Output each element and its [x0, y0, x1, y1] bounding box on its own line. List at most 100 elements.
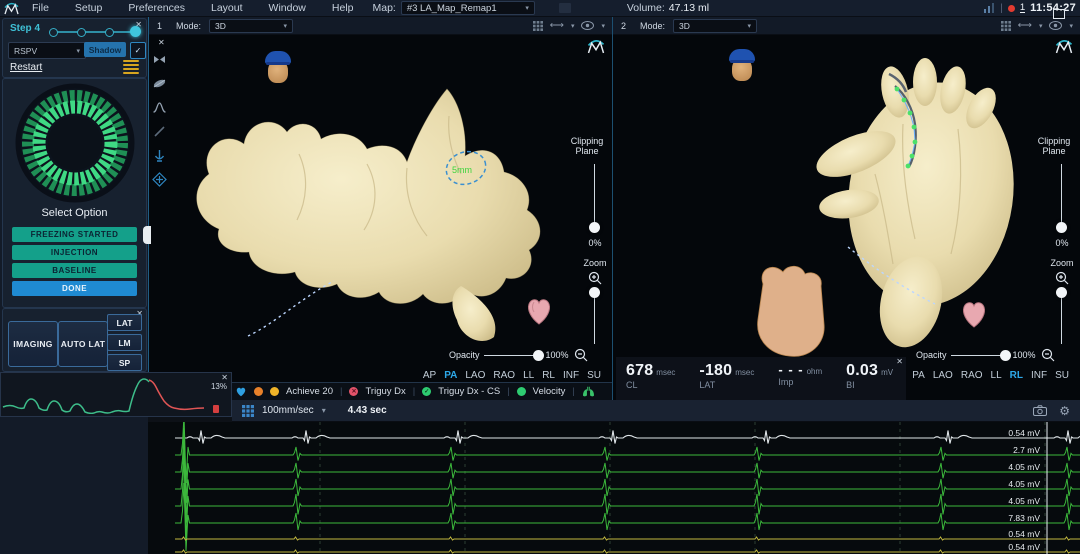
volume-label: Volume: [627, 2, 665, 14]
injection-button[interactable]: INJECTION [12, 245, 137, 260]
step-dot-1[interactable] [49, 28, 58, 37]
clipping-slider-knob[interactable] [1056, 222, 1067, 233]
chevron-down-icon[interactable]: ▾ [1069, 22, 1073, 30]
orientation-pa[interactable]: PA [912, 370, 925, 381]
orientation-ll[interactable]: LL [523, 370, 534, 381]
orientation-ap[interactable]: AP [423, 370, 436, 381]
close-icon[interactable]: ✕ [135, 21, 142, 29]
menu-help[interactable]: Help [319, 2, 367, 14]
freezing-started-button[interactable]: FREEZING STARTED [12, 227, 137, 242]
snapshot-camera-icon[interactable] [1033, 405, 1047, 416]
zoom-out-icon[interactable] [574, 348, 588, 362]
3d-view-canvas-2[interactable]: Clipping Plane 0% Zoom Opacity 100% APPA… [613, 34, 1080, 401]
close-icon[interactable]: ✕ [221, 374, 228, 382]
compass-target-icon[interactable] [152, 172, 167, 187]
step-dot-3[interactable] [105, 28, 114, 37]
chevron-down-icon[interactable]: ▾ [601, 22, 605, 30]
mode-select[interactable]: 3D ▾ [673, 19, 757, 33]
close-icon[interactable]: ✕ [896, 358, 903, 366]
visibility-eye-icon[interactable] [1049, 21, 1062, 30]
shadow-button[interactable]: Shadow [84, 42, 126, 57]
catheter-triguy-dx-cs-label[interactable]: Triguy Dx - CS [438, 386, 500, 397]
mode-value: 3D [679, 21, 690, 31]
needle-icon[interactable] [152, 124, 167, 139]
restart-link[interactable]: Restart [10, 62, 42, 73]
opacity-control: Opacity 100% [916, 348, 1055, 362]
trace-grid-icon[interactable] [242, 405, 254, 417]
orientation-rl[interactable]: RL [1010, 370, 1023, 381]
catheter-achieve-label[interactable]: Achieve 20 [286, 386, 333, 397]
shadow-checkbox[interactable]: ✓ [130, 42, 146, 59]
orientation-su[interactable]: SU [587, 370, 601, 381]
imaging-button[interactable]: IMAGING [8, 321, 58, 367]
zoom-out-icon[interactable] [1041, 348, 1055, 362]
auto-lat-button[interactable]: AUTO LAT [58, 321, 108, 367]
bowtie-clip-icon[interactable] [152, 52, 167, 67]
viewport-2: 2 Mode: 3D ▾ ⟷ ▾ ▾ [612, 16, 1080, 402]
sp-button[interactable]: SP [107, 354, 142, 371]
visibility-eye-icon[interactable] [581, 21, 594, 30]
step-dot-2[interactable] [77, 28, 86, 37]
zoom-in-icon[interactable] [1055, 271, 1069, 285]
clip-plane-icon[interactable] [152, 76, 167, 91]
miniplot-curve [1, 373, 229, 414]
orientation-rl[interactable]: RL [542, 370, 555, 381]
lat-button[interactable]: LAT [107, 314, 142, 331]
zoom-slider-knob[interactable] [1056, 287, 1067, 298]
separator: | [572, 386, 574, 397]
menu-file[interactable]: File [19, 2, 62, 14]
chevron-down-icon: ▾ [76, 47, 80, 55]
gaussian-curve-icon[interactable] [152, 100, 167, 115]
orientation-inf[interactable]: INF [1031, 370, 1047, 381]
orientation-pa[interactable]: PA [444, 370, 457, 381]
orientation-lao[interactable]: LAO [933, 370, 953, 381]
orientation-rao[interactable]: RAO [493, 370, 515, 381]
orientation-su[interactable]: SU [1055, 370, 1069, 381]
ecg-toolbar: 100mm/sec ▾ 4.43 sec ⚙ [232, 400, 1080, 422]
menu-layout[interactable]: Layout [198, 2, 256, 14]
chevron-down-icon[interactable]: ▾ [1039, 22, 1043, 30]
grid-icon[interactable] [533, 21, 543, 31]
mode-label: Mode: [176, 21, 201, 31]
map-label: Map: [373, 2, 396, 14]
heart-orientation-icon [961, 299, 987, 329]
clipping-slider[interactable] [1061, 164, 1062, 226]
mode-select[interactable]: 3D ▾ [209, 19, 293, 33]
orientation-rao[interactable]: RAO [961, 370, 983, 381]
done-button[interactable]: DONE [12, 281, 137, 296]
clipping-slider-knob[interactable] [589, 222, 600, 233]
opacity-knob[interactable] [1000, 350, 1011, 361]
orientation-ll[interactable]: LL [991, 370, 1002, 381]
orientation-row: AP PA LAO RAO LL RL INF SU [423, 370, 601, 381]
link-views-icon[interactable]: ⟷ [1018, 20, 1032, 31]
lm-button[interactable]: LM [107, 334, 142, 351]
menu-preferences[interactable]: Preferences [115, 2, 198, 14]
chevron-down-icon[interactable]: ▾ [571, 22, 575, 30]
grid-icon[interactable] [1001, 21, 1011, 31]
anchor-icon[interactable] [152, 148, 167, 163]
vein-select[interactable]: RSPV ▾ [8, 42, 86, 59]
settings-gear-icon[interactable]: ⚙ [1059, 404, 1070, 418]
orientation-inf[interactable]: INF [563, 370, 579, 381]
opacity-knob[interactable] [533, 350, 544, 361]
orientation-lao[interactable]: LAO [465, 370, 485, 381]
catheter-triguy-dx-label[interactable]: Triguy Dx [365, 386, 405, 397]
map-action-icon[interactable] [559, 3, 571, 13]
catheter-velocity-label[interactable]: Velocity [533, 386, 566, 397]
zoom-in-icon[interactable] [588, 271, 602, 285]
clipping-value: 0% [1048, 238, 1076, 248]
hamburger-icon[interactable] [123, 60, 139, 76]
menu-window[interactable]: Window [256, 2, 319, 14]
3d-view-canvas-1[interactable]: ✕ [149, 34, 613, 401]
zoom-slider-knob[interactable] [589, 287, 600, 298]
sweep-speed-select[interactable]: 100mm/sec ▾ [262, 405, 326, 416]
baseline-button[interactable]: BASELINE [12, 263, 137, 278]
clipping-slider[interactable] [594, 164, 595, 226]
link-views-icon[interactable]: ⟷ [550, 20, 564, 31]
map-select[interactable]: #3 LA_Map_Remap1 ▾ [401, 1, 535, 15]
chevron-down-icon: ▾ [748, 22, 752, 30]
panel-drag-handle[interactable] [143, 226, 151, 244]
menu-setup[interactable]: Setup [62, 2, 115, 14]
window-icon[interactable] [1053, 9, 1065, 19]
chevron-down-icon: ▾ [322, 406, 326, 415]
